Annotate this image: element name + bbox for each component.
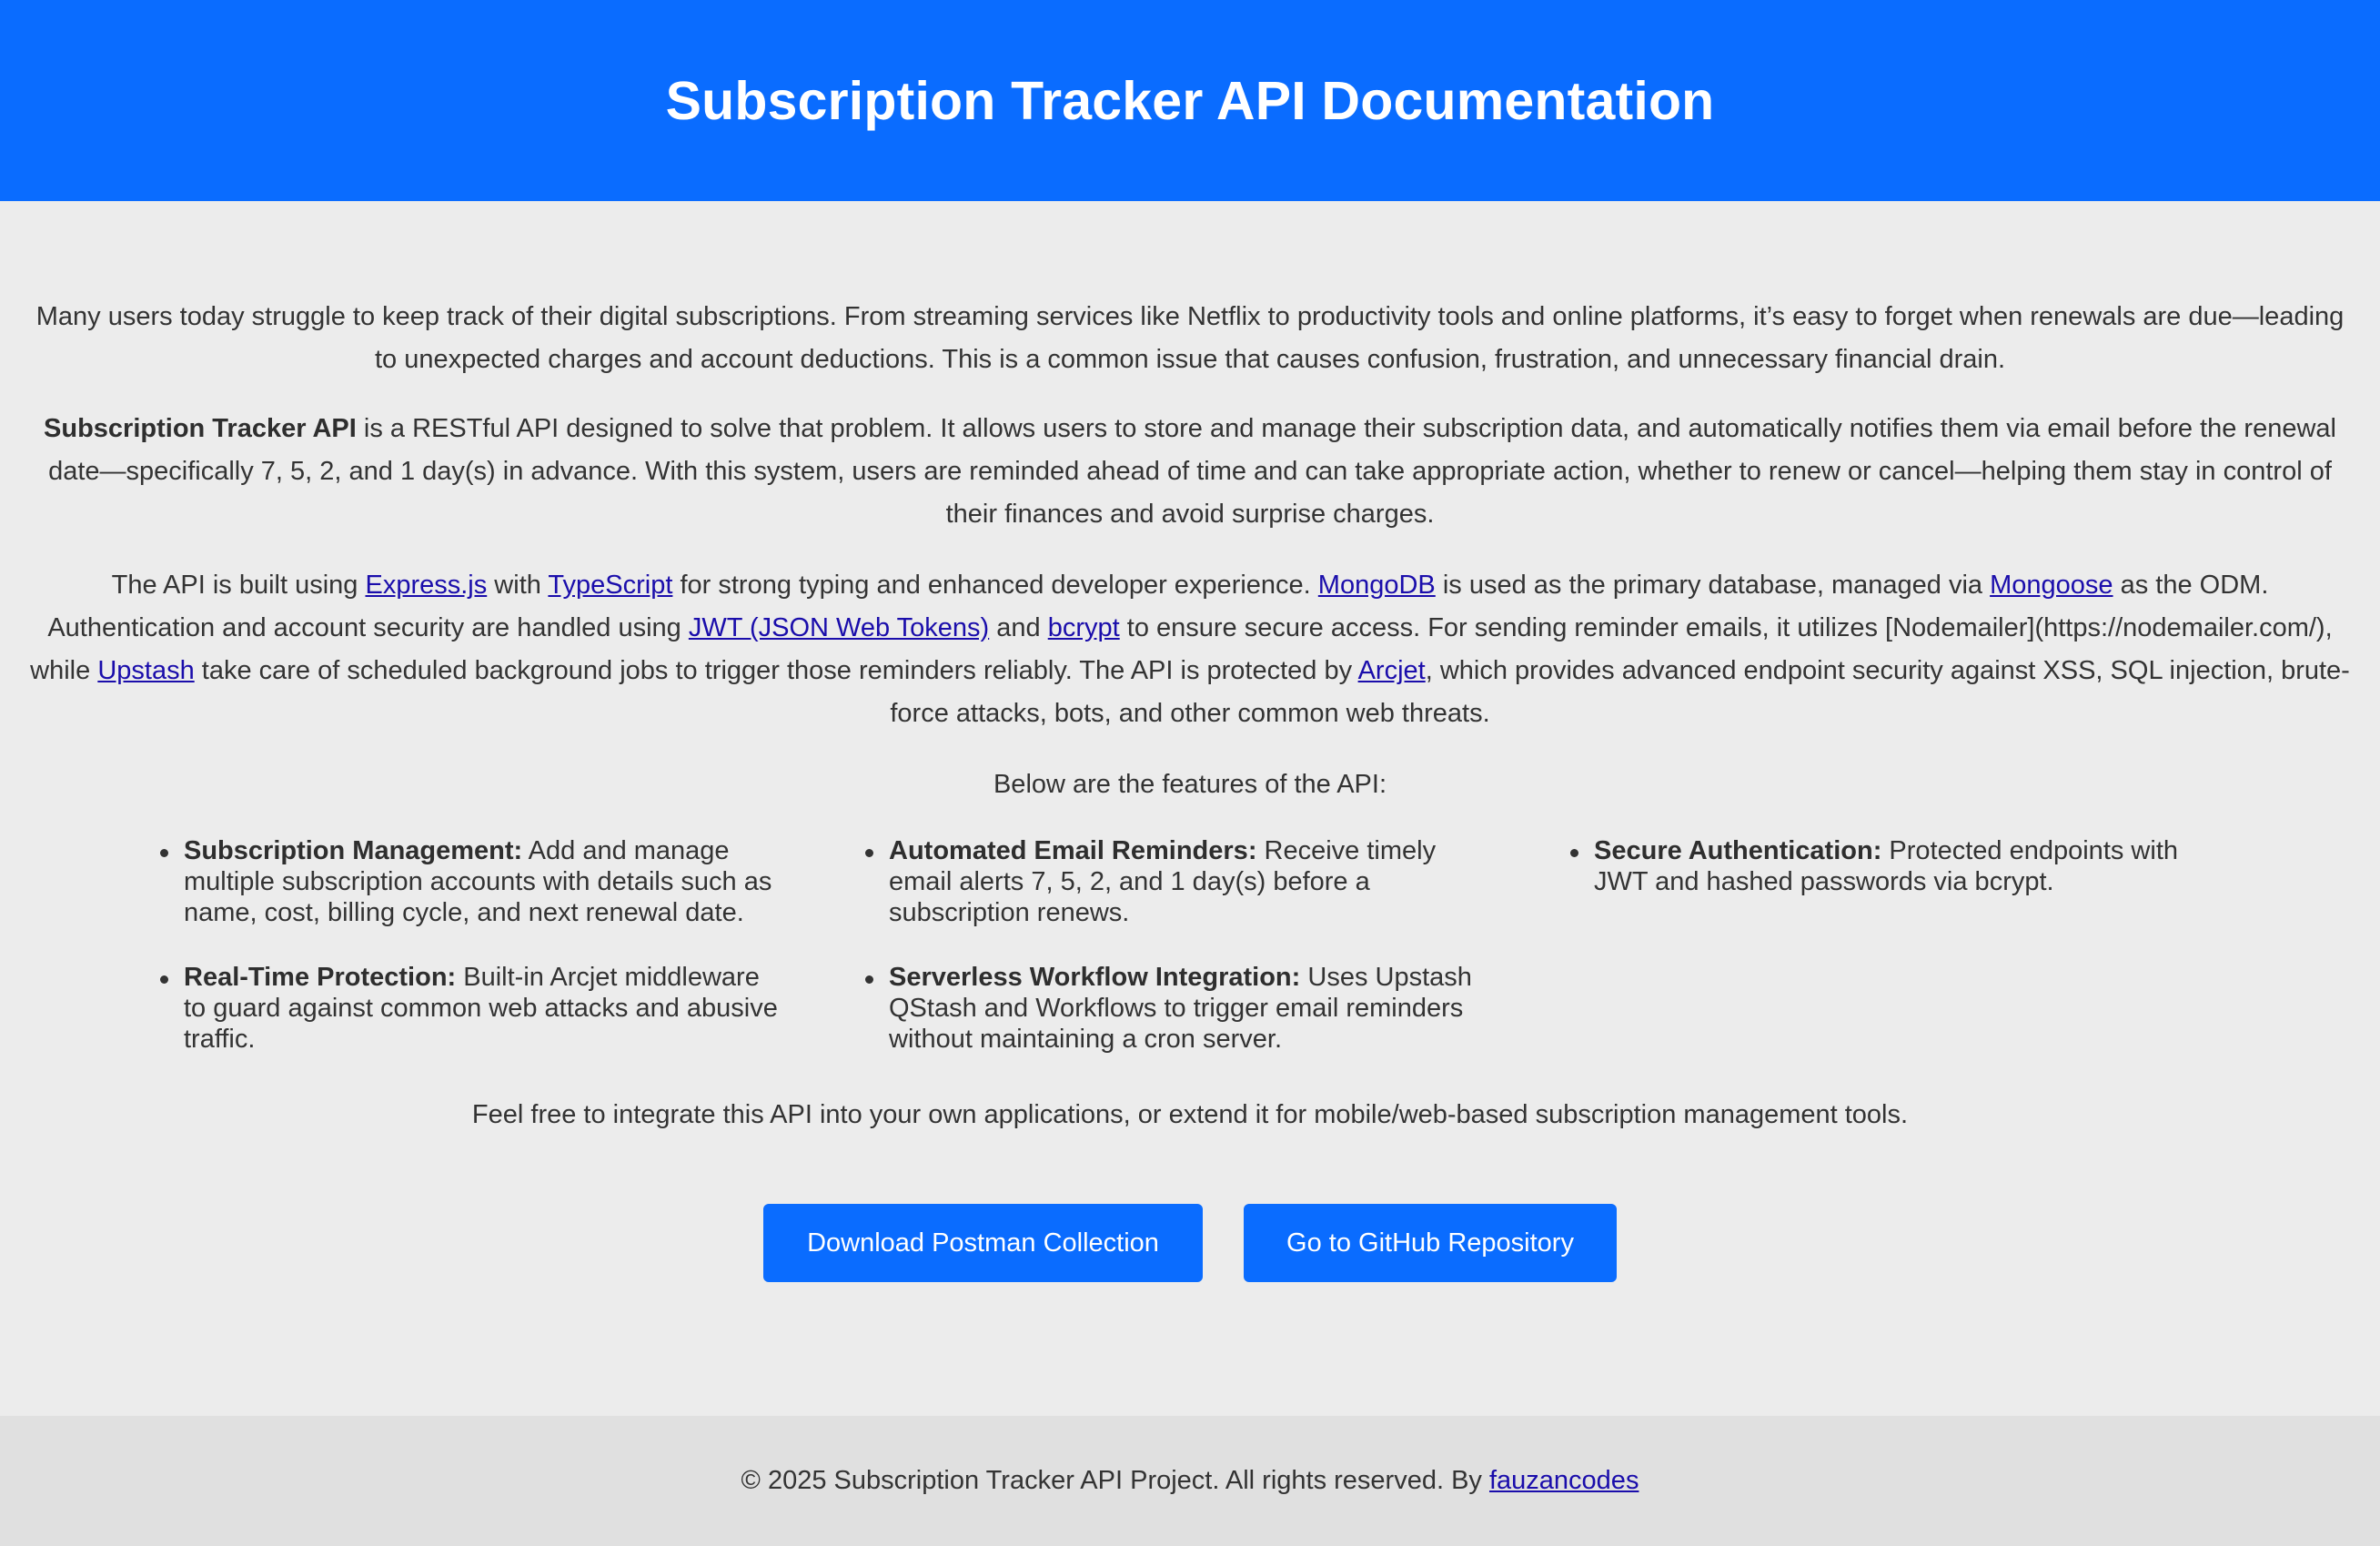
- page-header: Subscription Tracker API Documentation: [0, 0, 2380, 201]
- outro-paragraph: Feel free to integrate this API into you…: [471, 1100, 1909, 1129]
- copyright-text: © 2025 Subscription Tracker API Project.…: [741, 1466, 1489, 1495]
- download-postman-button[interactable]: Download Postman Collection: [763, 1204, 1203, 1282]
- page: Subscription Tracker API Documentation M…: [0, 0, 2380, 1546]
- page-title: Subscription Tracker API Documentation: [665, 70, 1715, 131]
- features-intro: Below are the features of the API:: [993, 770, 1387, 799]
- feature-email-reminders: Automated Email Reminders: Receive timel…: [862, 835, 1488, 928]
- mongodb-link[interactable]: MongoDB: [1318, 571, 1436, 600]
- mongoose-link[interactable]: Mongoose: [1990, 571, 2113, 600]
- expressjs-link[interactable]: Express.js: [365, 571, 487, 600]
- feature-secure-authentication: Secure Authentication: Protected endpoin…: [1567, 835, 2193, 897]
- intro-paragraph: Many users today struggle to keep track …: [35, 302, 2345, 374]
- typescript-link[interactable]: TypeScript: [548, 571, 672, 600]
- feature-title: Serverless Workflow Integration:: [889, 963, 1301, 992]
- feature-title: Subscription Management:: [184, 836, 523, 865]
- main-content: Many users today struggle to keep track …: [0, 201, 2380, 1416]
- feature-subscription-management: Subscription Management: Add and manage …: [156, 835, 782, 928]
- feature-title: Secure Authentication:: [1594, 836, 1882, 865]
- tech-text-8: take care of scheduled background jobs t…: [194, 656, 1358, 685]
- jwt-link[interactable]: JWT (JSON Web Tokens): [689, 613, 989, 642]
- tech-text-2: with: [487, 571, 549, 600]
- feature-real-time-protection: Real-Time Protection: Built-in Arcjet mi…: [156, 962, 782, 1055]
- bcrypt-link[interactable]: bcrypt: [1048, 613, 1120, 642]
- arcjet-link[interactable]: Arcjet: [1358, 656, 1426, 685]
- feature-serverless-workflow: Serverless Workflow Integration: Uses Up…: [862, 962, 1488, 1055]
- tech-text-3: for strong typing and enhanced developer…: [672, 571, 1318, 600]
- feature-title: Automated Email Reminders:: [889, 836, 1257, 865]
- page-footer: © 2025 Subscription Tracker API Project.…: [0, 1416, 2380, 1546]
- tech-stack-paragraph: The API is built using Express.js with T…: [27, 564, 2353, 735]
- upstash-link[interactable]: Upstash: [97, 656, 194, 685]
- feature-title: Real-Time Protection:: [184, 963, 457, 992]
- github-repository-button[interactable]: Go to GitHub Repository: [1244, 1204, 1617, 1282]
- tech-text-6: and: [989, 613, 1048, 642]
- tech-text-4: is used as the primary database, managed…: [1435, 571, 1991, 600]
- api-name-strong: Subscription Tracker API: [44, 414, 357, 443]
- author-link[interactable]: fauzancodes: [1489, 1466, 1639, 1496]
- tech-text-1: The API is built using: [111, 571, 366, 600]
- description-text: is a RESTful API designed to solve that …: [48, 414, 2336, 529]
- description-paragraph: Subscription Tracker API is a RESTful AP…: [27, 408, 2353, 536]
